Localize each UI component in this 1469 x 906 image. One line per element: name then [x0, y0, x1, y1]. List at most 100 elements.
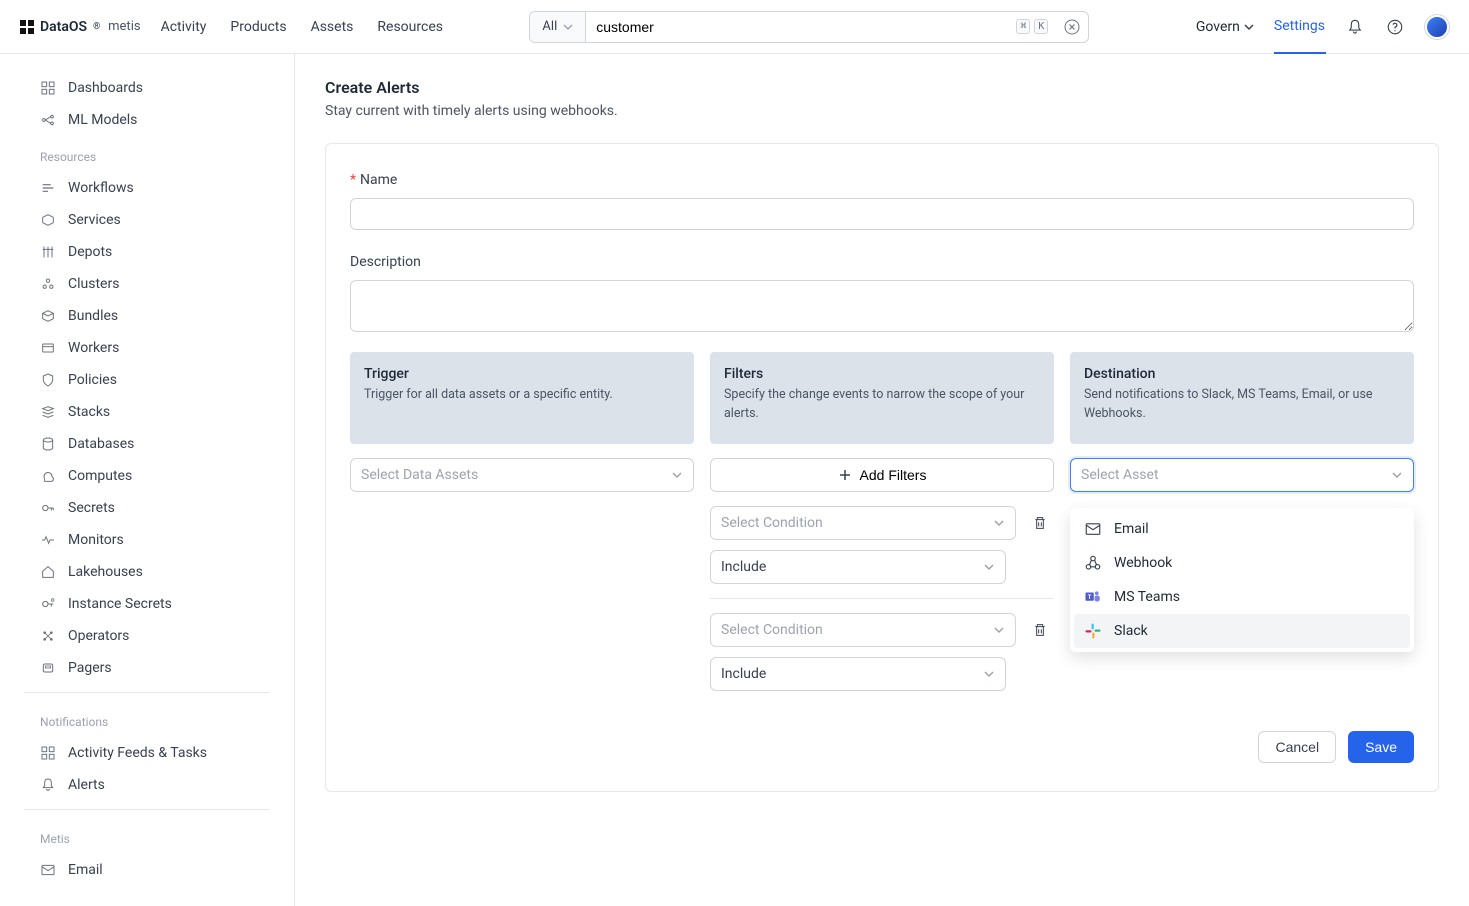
sidebar-item-dashboards[interactable]: Dashboards — [0, 72, 294, 104]
services-icon — [40, 212, 56, 228]
sidebar-item-email[interactable]: Email — [0, 854, 294, 886]
destination-dropdown: Email Webhook T MS Teams — [1070, 508, 1414, 652]
header-right: Govern Settings — [1196, 15, 1449, 39]
sidebar-item-instance-secrets[interactable]: Instance Secrets — [0, 588, 294, 620]
description-textarea[interactable] — [350, 280, 1414, 332]
trigger-select[interactable]: Select Data Assets — [350, 458, 694, 492]
sidebar-item-label: Monitors — [68, 532, 124, 548]
chevron-down-icon — [563, 22, 573, 32]
sidebar-item-alerts[interactable]: Alerts — [0, 769, 294, 801]
delete-filter-button[interactable] — [1026, 509, 1054, 537]
svg-text:T: T — [1088, 594, 1092, 601]
sidebar-item-label: Policies — [68, 372, 117, 388]
sidebar-item-label: Alerts — [68, 777, 105, 793]
sidebar-item-label: Workflows — [68, 180, 134, 196]
add-filters-button[interactable]: Add Filters — [710, 458, 1054, 492]
app-logo[interactable]: DataOS® metis — [20, 19, 141, 35]
sidebar-item-operators[interactable]: Operators — [0, 620, 294, 652]
include-select[interactable]: Include — [710, 550, 1006, 584]
filters-title: Filters — [724, 366, 1040, 382]
settings-link[interactable]: Settings — [1274, 18, 1325, 36]
help-circle-icon — [1386, 18, 1404, 36]
nav-activity[interactable]: Activity — [161, 19, 207, 35]
sidebar-item-label: Secrets — [68, 500, 115, 516]
name-label: *Name — [350, 172, 1414, 188]
sidebar-item-computes[interactable]: Computes — [0, 460, 294, 492]
destination-select[interactable]: Select Asset — [1070, 458, 1414, 492]
sidebar-item-pagers[interactable]: Pagers — [0, 652, 294, 684]
filter-row: Select Condition — [710, 506, 1054, 540]
trigger-header: Trigger Trigger for all data assets or a… — [350, 352, 694, 444]
search-input[interactable] — [586, 12, 1016, 42]
sidebar-item-depots[interactable]: Depots — [0, 236, 294, 268]
sidebar-item-lakehouses[interactable]: Lakehouses — [0, 556, 294, 588]
sidebar-item-monitors[interactable]: Monitors — [0, 524, 294, 556]
sidebar-item-activity-feeds-tasks[interactable]: Activity Feeds & Tasks — [0, 737, 294, 769]
top-nav: Activity Products Assets Resources — [161, 19, 443, 35]
destination-column: Destination Send notifications to Slack,… — [1070, 352, 1414, 691]
nav-assets[interactable]: Assets — [311, 19, 354, 35]
name-input[interactable] — [350, 198, 1414, 230]
chevron-down-icon — [671, 469, 683, 481]
sidebar-item-stacks[interactable]: Stacks — [0, 396, 294, 428]
user-avatar[interactable] — [1425, 15, 1449, 39]
clusters-icon — [40, 276, 56, 292]
sidebar-item-label: Computes — [68, 468, 132, 484]
workflows-icon — [40, 180, 56, 196]
ml-icon — [40, 112, 56, 128]
search-clear-button[interactable] — [1056, 12, 1088, 42]
destination-option-email[interactable]: Email — [1074, 512, 1410, 546]
sidebar-item-workflows[interactable]: Workflows — [0, 172, 294, 204]
workers-icon — [40, 340, 56, 356]
destination-option-msteams[interactable]: T MS Teams — [1074, 580, 1410, 614]
nav-products[interactable]: Products — [230, 19, 286, 35]
save-button[interactable]: Save — [1348, 731, 1414, 763]
policies-icon — [40, 372, 56, 388]
include-select[interactable]: Include — [710, 657, 1006, 691]
dashboards-icon — [40, 80, 56, 96]
sidebar-heading-notifications: Notifications — [0, 701, 294, 737]
condition-select[interactable]: Select Condition — [710, 613, 1016, 647]
chevron-down-icon — [983, 668, 995, 680]
kbd-cmd: ⌘ — [1016, 19, 1030, 34]
sidebar-item-label: Bundles — [68, 308, 118, 324]
destination-option-webhook[interactable]: Webhook — [1074, 546, 1410, 580]
sidebar-item-clusters[interactable]: Clusters — [0, 268, 294, 300]
sidebar-item-label: ML Models — [68, 112, 137, 128]
destination-title: Destination — [1084, 366, 1400, 382]
chevron-down-icon — [983, 561, 995, 573]
page-subtitle: Stay current with timely alerts using we… — [325, 103, 1439, 119]
cancel-button[interactable]: Cancel — [1258, 731, 1336, 763]
destination-header: Destination Send notifications to Slack,… — [1070, 352, 1414, 444]
trigger-title: Trigger — [364, 366, 680, 382]
filters-desc: Specify the change events to narrow the … — [724, 386, 1040, 424]
msteams-icon: T — [1084, 588, 1102, 606]
filter-row: Select Condition — [710, 613, 1054, 647]
delete-filter-button[interactable] — [1026, 616, 1054, 644]
search-scope-select[interactable]: All — [530, 12, 586, 42]
help-button[interactable] — [1385, 17, 1405, 37]
sidebar-item-services[interactable]: Services — [0, 204, 294, 236]
form-actions: Cancel Save — [350, 731, 1414, 763]
sidebar-item-label: Stacks — [68, 404, 110, 420]
nav-resources[interactable]: Resources — [377, 19, 443, 35]
notifications-button[interactable] — [1345, 17, 1365, 37]
sidebar-item-workers[interactable]: Workers — [0, 332, 294, 364]
sidebar-item-ml-models[interactable]: ML Models — [0, 104, 294, 136]
sidebar-item-databases[interactable]: Databases — [0, 428, 294, 460]
govern-menu[interactable]: Govern — [1196, 19, 1254, 35]
page-title: Create Alerts — [325, 78, 1439, 97]
sidebar-item-policies[interactable]: Policies — [0, 364, 294, 396]
filter-divider — [710, 598, 1054, 599]
sidebar-heading-resources: Resources — [0, 136, 294, 172]
destination-option-slack[interactable]: Slack — [1074, 614, 1410, 648]
sidebar-divider — [24, 692, 270, 693]
sidebar-item-secrets[interactable]: Secrets — [0, 492, 294, 524]
condition-select[interactable]: Select Condition — [710, 506, 1016, 540]
sidebar-item-bundles[interactable]: Bundles — [0, 300, 294, 332]
search-scope-label: All — [542, 19, 557, 34]
kbd-k: K — [1034, 19, 1048, 34]
sidebar-item-label: Instance Secrets — [68, 596, 172, 612]
sidebar-item-label: Dashboards — [68, 80, 143, 96]
trigger-column: Trigger Trigger for all data assets or a… — [350, 352, 694, 691]
